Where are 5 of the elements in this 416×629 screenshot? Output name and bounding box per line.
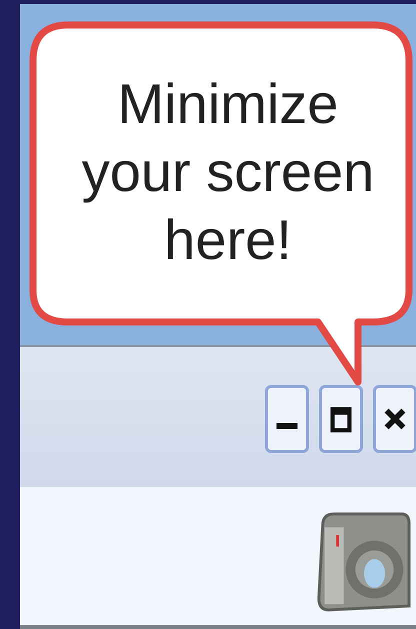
minimize-icon <box>276 423 298 429</box>
callout-text: Minimize your screen here! <box>80 71 376 273</box>
maximize-button[interactable] <box>319 385 363 453</box>
minimize-button[interactable] <box>265 385 309 453</box>
close-button[interactable] <box>373 385 416 453</box>
